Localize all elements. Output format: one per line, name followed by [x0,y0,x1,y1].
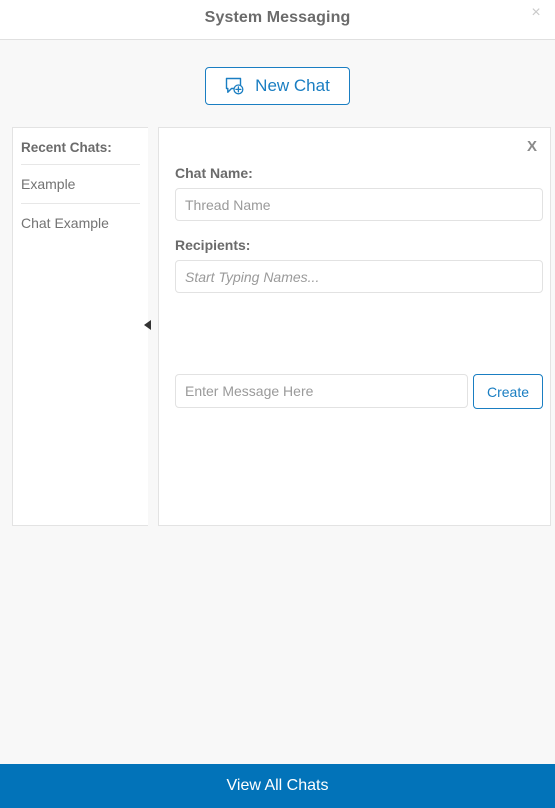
message-row: Create [175,374,543,409]
page-title: System Messaging [204,9,351,26]
modal-header: System Messaging × [0,0,555,40]
message-input[interactable] [175,374,468,408]
chat-name-label: Chat Name: [175,165,253,181]
recipients-input[interactable] [175,260,543,293]
new-chat-bubble-plus-icon [225,77,246,96]
recent-chats-title: Recent Chats: [21,128,140,165]
toolbar: New Chat [0,67,555,105]
new-chat-button[interactable]: New Chat [205,67,350,105]
new-chat-button-label: New Chat [255,76,330,95]
triangle-left-icon[interactable] [144,320,151,330]
close-icon[interactable]: X [527,139,537,154]
list-item[interactable]: Example [21,165,140,204]
close-icon[interactable]: × [526,3,546,23]
recipients-label: Recipients: [175,237,251,253]
create-button[interactable]: Create [472,374,543,409]
compose-panel: X Chat Name: Recipients: Create [158,127,551,526]
recent-chats-panel: Recent Chats: Example Chat Example [12,127,148,526]
list-item[interactable]: Chat Example [21,204,140,242]
view-all-chats-button[interactable]: View All Chats [0,764,555,808]
chat-name-input[interactable] [175,188,543,221]
